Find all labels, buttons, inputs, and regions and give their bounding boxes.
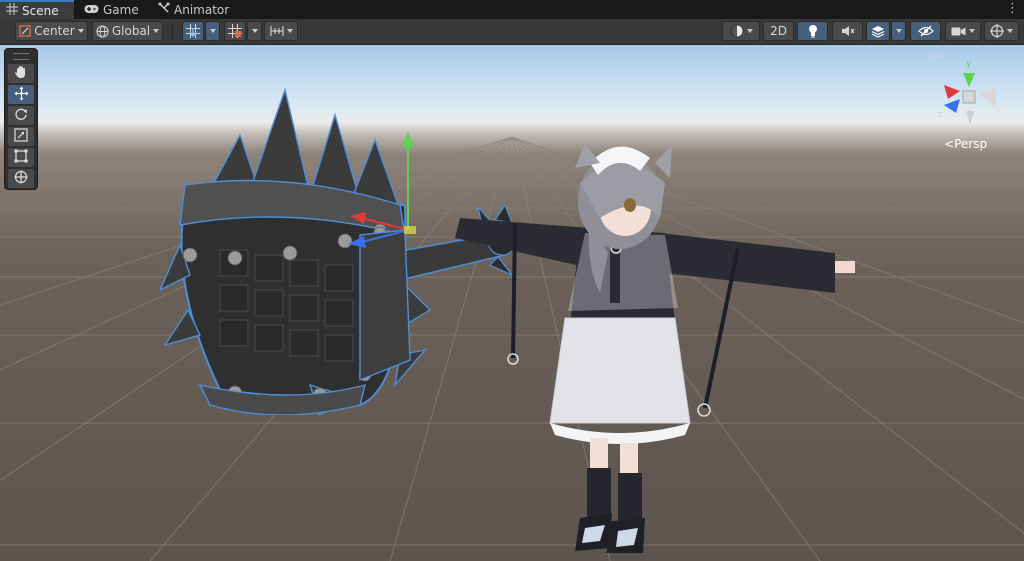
panel-drag-handle[interactable] xyxy=(13,53,29,60)
grid-visibility-icon xyxy=(228,24,242,38)
gizmo-axis-z-label: z xyxy=(938,110,943,120)
effects-layers-icon xyxy=(871,25,885,38)
projection-label: Persp xyxy=(954,137,988,151)
gizmo-x-cone[interactable] xyxy=(944,85,960,99)
scene-lighting-toggle[interactable] xyxy=(797,21,828,41)
globe-icon xyxy=(96,24,109,38)
chevron-down-icon xyxy=(209,29,216,33)
chevron-down-icon xyxy=(286,29,293,33)
toggle-2d-label: 2D xyxy=(770,24,787,38)
hand-icon xyxy=(14,65,28,82)
grid-snap-icon xyxy=(186,24,200,38)
back-arrow-icon: < xyxy=(944,137,955,151)
transform-tool-button[interactable] xyxy=(8,169,34,188)
gamepad-icon xyxy=(84,3,99,17)
gizmo-axis-y-label: y xyxy=(966,59,972,69)
pivot-icon xyxy=(19,25,31,37)
scale-tool-button[interactable] xyxy=(8,127,34,146)
move-arrows-icon xyxy=(14,86,29,104)
chevron-down-icon xyxy=(153,29,160,33)
gizmo-neg-x-cone[interactable] xyxy=(978,87,996,107)
tools-overlay-panel xyxy=(4,48,38,190)
scale-icon xyxy=(14,128,28,145)
scene-visibility-toggle[interactable] xyxy=(910,21,941,41)
scene-effects-toggle[interactable] xyxy=(866,21,890,41)
chevron-down-icon xyxy=(77,29,84,33)
tab-label: Scene xyxy=(22,3,59,18)
rect-transform-icon xyxy=(14,149,28,166)
tab-label: Game xyxy=(103,2,139,17)
scene-effects-dropdown[interactable] xyxy=(891,21,906,41)
grid-visibility-dropdown[interactable] xyxy=(247,21,262,41)
pivot-mode-dropdown[interactable]: Center xyxy=(15,21,88,41)
chevron-down-icon xyxy=(969,29,975,33)
toolbar-divider xyxy=(172,24,173,38)
editor-tab-bar: Scene Game Animator ⋮ xyxy=(0,0,1024,19)
camera-projection-toggle[interactable]: <Persp xyxy=(944,137,987,151)
gizmos-dropdown[interactable] xyxy=(984,21,1019,41)
character-model[interactable] xyxy=(440,123,880,553)
lightbulb-icon xyxy=(808,24,818,38)
gizmo-globe-icon xyxy=(990,24,1004,38)
gizmo-y-cone[interactable] xyxy=(963,73,975,87)
transform-icon xyxy=(14,170,28,187)
chevron-down-icon xyxy=(895,29,902,33)
gizmo-axis-x-label: x xyxy=(997,60,1003,70)
shading-mode-icon xyxy=(730,24,744,38)
hidden-eye-icon xyxy=(917,25,934,37)
gizmo-center-cube[interactable] xyxy=(962,90,976,104)
draw-mode-dropdown[interactable] xyxy=(722,21,760,41)
rotate-icon xyxy=(14,107,28,124)
space-mode-dropdown[interactable]: Global xyxy=(92,21,163,41)
rect-tool-button[interactable] xyxy=(8,148,34,167)
grid-visibility-toggle[interactable] xyxy=(224,21,246,41)
tab-scene[interactable]: Scene xyxy=(0,0,74,19)
grid-snap-toggle[interactable] xyxy=(182,21,204,41)
increment-snap-dropdown[interactable] xyxy=(264,21,298,41)
scene-audio-toggle[interactable] xyxy=(832,21,863,41)
chevron-down-icon xyxy=(746,29,753,33)
move-tool-button[interactable] xyxy=(8,85,34,104)
chevron-down-icon xyxy=(1007,29,1013,33)
tab-label: Animator xyxy=(174,2,230,17)
gizmo-z-cone[interactable] xyxy=(944,99,960,113)
audio-mute-icon xyxy=(841,25,855,37)
grid-icon xyxy=(6,3,18,18)
hand-tool-button[interactable] xyxy=(8,64,34,83)
chevron-down-icon xyxy=(251,29,258,33)
increment-snap-icon xyxy=(269,25,284,37)
move-gizmo[interactable] xyxy=(340,130,440,260)
rotate-tool-button[interactable] xyxy=(8,106,34,125)
camera-icon xyxy=(951,26,966,37)
scene-viewport[interactable]: x y z <Persp xyxy=(0,45,1024,561)
gizmo-neg-y-cone[interactable] xyxy=(966,111,974,125)
camera-settings-dropdown[interactable] xyxy=(945,21,981,41)
scene-toolbar: Center Global 2D xyxy=(0,19,1024,45)
space-mode-label: Global xyxy=(111,24,151,38)
grid-snap-dropdown[interactable] xyxy=(205,21,220,41)
tab-animator[interactable]: Animator xyxy=(152,0,236,19)
more-options-icon[interactable]: ⋮ xyxy=(1006,1,1019,16)
animator-icon xyxy=(158,2,170,17)
toggle-2d-button[interactable]: 2D xyxy=(763,21,794,41)
tab-game[interactable]: Game xyxy=(78,0,148,19)
pivot-mode-label: Center xyxy=(34,24,75,38)
